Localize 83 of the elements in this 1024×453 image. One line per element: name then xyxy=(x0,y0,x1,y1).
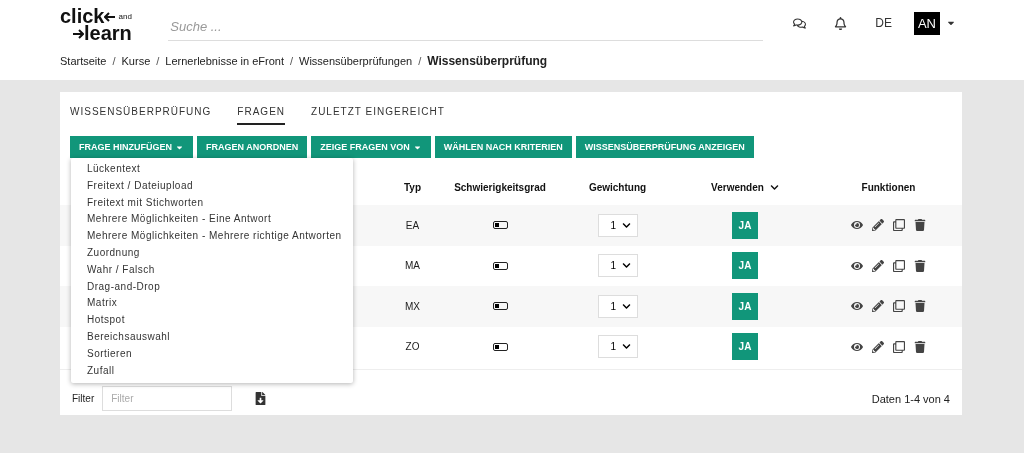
breadcrumb-link[interactable]: Wissensüberprüfungen xyxy=(299,55,413,67)
battery-icon xyxy=(492,302,508,311)
copy-icon[interactable] xyxy=(893,300,905,313)
filter-field[interactable]: Filter xyxy=(102,386,233,411)
sort-icon[interactable] xyxy=(769,183,779,192)
menu-item[interactable]: Matrix xyxy=(71,295,353,313)
breadcrumb-separator: / xyxy=(418,55,422,67)
pencil-icon[interactable] xyxy=(872,219,884,232)
weight-select[interactable]: 1 xyxy=(597,294,638,318)
table-cell: EA xyxy=(405,219,420,231)
battery-icon xyxy=(492,221,508,230)
eye-icon[interactable] xyxy=(851,300,863,313)
pencil-icon[interactable] xyxy=(872,300,884,313)
trash-icon[interactable] xyxy=(914,300,926,313)
breadcrumb-link[interactable]: Startseite xyxy=(60,55,107,67)
copy-icon[interactable] xyxy=(893,340,905,353)
arrow-left-icon xyxy=(104,11,117,22)
user-avatar[interactable]: AN xyxy=(913,11,940,35)
menu-item[interactable]: Zuordnung xyxy=(71,245,353,262)
menu-item[interactable]: Zufall xyxy=(71,362,353,380)
weight-select[interactable]: 1 xyxy=(597,335,638,359)
chat-icon[interactable] xyxy=(793,16,807,30)
arrow-right-icon xyxy=(72,28,84,39)
toolbar-button[interactable]: ZEIGE FRAGEN VON xyxy=(311,136,431,158)
menu-item[interactable]: Wahr / Falsch xyxy=(71,261,353,279)
pencil-icon[interactable] xyxy=(872,259,884,272)
use-button[interactable]: JA xyxy=(732,252,758,280)
pagination-summary: Daten 1-4 von 4 xyxy=(871,392,950,405)
weight-select[interactable]: 1 xyxy=(597,254,638,278)
menu-item[interactable]: Freitext / Dateiupload xyxy=(71,177,353,195)
menu-item[interactable]: Sortieren xyxy=(71,345,353,363)
eye-icon[interactable] xyxy=(851,340,863,353)
toolbar-button[interactable]: WISSENSÜBERPRÜFUNG ANZEIGEN xyxy=(575,136,754,158)
table-cell: MA xyxy=(405,260,420,272)
eye-icon[interactable] xyxy=(851,219,863,232)
breadcrumb-separator: / xyxy=(289,55,294,67)
menu-item[interactable]: Mehrere Möglichkeiten - Mehrere richtige Antworten xyxy=(71,228,353,245)
use-button[interactable]: JA xyxy=(732,333,758,361)
use-button[interactable]: JA xyxy=(732,292,758,320)
filter-label: Filter xyxy=(72,393,95,404)
chevron-icon xyxy=(621,301,631,311)
pencil-icon[interactable] xyxy=(872,340,884,353)
battery-icon xyxy=(492,261,508,270)
bell-icon[interactable] xyxy=(834,16,848,30)
chevron-icon xyxy=(621,261,631,271)
menu-item[interactable]: Hotspot xyxy=(71,312,353,329)
table-cell: ZO xyxy=(405,341,420,353)
weight-select[interactable]: 1 xyxy=(597,213,638,237)
breadcrumb-separator: / xyxy=(156,55,160,67)
eye-icon[interactable] xyxy=(851,259,863,272)
tab[interactable]: ZULETZT EINGEREICHT xyxy=(311,106,445,125)
logo[interactable]: click and learn xyxy=(60,4,139,42)
copy-icon[interactable] xyxy=(893,219,905,232)
column-header[interactable]: Verwenden xyxy=(675,182,815,193)
toolbar-button[interactable]: FRAGEN ANORDNEN xyxy=(197,136,308,158)
download-icon[interactable] xyxy=(254,392,268,405)
chevron-icon xyxy=(621,220,631,230)
menu-item[interactable]: Drag-and-Drop xyxy=(71,278,353,296)
tab[interactable]: WISSENSÜBERPRÜFUNG xyxy=(70,106,212,125)
toolbar-button[interactable]: FRAGE HINZUFÜGEN xyxy=(70,136,193,158)
tab[interactable]: FRAGEN xyxy=(237,106,286,125)
trash-icon[interactable] xyxy=(914,259,926,272)
menu-item[interactable]: Bereichsauswahl xyxy=(71,328,353,346)
column-header: Funktionen xyxy=(860,182,917,193)
breadcrumb-link[interactable]: Kurse xyxy=(121,55,151,67)
breadcrumb-separator: / xyxy=(112,55,116,67)
toolbar-button[interactable]: WÄHLEN NACH KRITERIEN xyxy=(434,136,572,158)
use-button[interactable]: JA xyxy=(732,211,758,239)
chevron-icon xyxy=(621,342,631,352)
breadcrumb-link[interactable]: Lernerlebnisse in eFront xyxy=(165,55,284,67)
column-header: Schwierigkeitsgrad xyxy=(453,182,547,193)
column-header: Gewichtung xyxy=(587,182,648,193)
trash-icon[interactable] xyxy=(914,219,926,232)
column-header: Typ xyxy=(402,182,422,193)
menu-item[interactable]: Freitext mit Stichworten xyxy=(71,194,353,212)
language-selector[interactable]: DE xyxy=(875,16,892,30)
table-cell: MX xyxy=(405,300,420,312)
menu-item[interactable]: Lückentext xyxy=(71,161,353,178)
battery-icon xyxy=(492,342,508,351)
trash-icon[interactable] xyxy=(914,340,926,353)
copy-icon[interactable] xyxy=(893,259,905,272)
menu-item[interactable]: Mehrere Möglichkeiten - Eine Antwort xyxy=(71,211,353,229)
page-title: Wissensüberprüfung xyxy=(427,54,548,68)
